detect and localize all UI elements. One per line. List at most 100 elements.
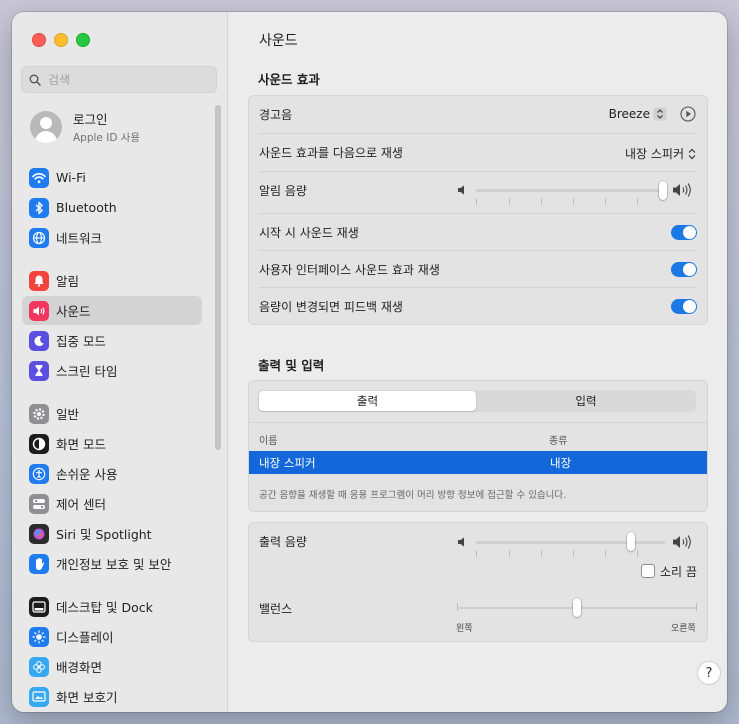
dock-icon bbox=[29, 596, 49, 617]
balance-right-label: 오른쪽 bbox=[671, 624, 696, 634]
sidebar-item-label: 손쉬운 사용 bbox=[56, 467, 118, 482]
bluetooth-icon bbox=[29, 197, 49, 218]
help-button[interactable]: ? bbox=[697, 661, 721, 685]
sidebar-item-focus[interactable]: 집중 모드 bbox=[22, 326, 202, 355]
sidebar-item-label: 개인정보 보호 및 보안 bbox=[56, 557, 172, 572]
main-pane: 사운드 사운드 효과 경고음 Breeze 사운드 효과를 다음으로 재생 내장… bbox=[228, 12, 727, 712]
close-button[interactable] bbox=[32, 33, 46, 47]
login-title: 로그인 bbox=[73, 112, 108, 127]
sidebar-item-screen-time[interactable]: 스크린 타임 bbox=[22, 356, 202, 385]
sidebar-item-label: 사운드 bbox=[56, 304, 91, 319]
sidebar-item-control-center[interactable]: 제어 센터 bbox=[22, 489, 202, 518]
sidebar-item-label: 화면 보호기 bbox=[56, 690, 118, 705]
play-via-popup[interactable]: 내장 스피커 bbox=[625, 145, 697, 162]
feedback-label: 음량이 변경되면 피드백 재생 bbox=[259, 299, 403, 314]
sidebar-item-wallpaper[interactable]: 배경화면 bbox=[22, 652, 202, 681]
tab-input[interactable]: 입력 bbox=[477, 391, 695, 411]
sidebar-item-sound[interactable]: 사운드 bbox=[22, 296, 202, 325]
speaker-low-icon bbox=[458, 537, 464, 547]
alert-sound-label: 경고음 bbox=[259, 108, 293, 122]
table-row[interactable]: 내장 스피커 내장 bbox=[249, 451, 707, 474]
output-input-card: 출력 입력 이름 종류 내장 스피커 내장 공간 음향을 재생할 때 응용 프로… bbox=[248, 380, 708, 512]
mute-checkbox[interactable] bbox=[641, 564, 655, 578]
sidebar-item-label: 데스크탑 및 Dock bbox=[56, 600, 153, 615]
slider-thumb[interactable] bbox=[659, 181, 667, 200]
tab-output[interactable]: 출력 bbox=[259, 391, 476, 411]
sidebar-item-desktop-dock[interactable]: 데스크탑 및 Dock bbox=[22, 592, 202, 621]
sidebar-scrollbar[interactable] bbox=[215, 105, 221, 450]
output-volume-card: 출력 음량 소리 끔 밸런스 왼쪽 오른쪽 bbox=[248, 522, 708, 642]
alert-sound-value: Breeze bbox=[608, 107, 650, 121]
sun-icon bbox=[29, 626, 49, 647]
play-via-label: 사운드 효과를 다음으로 재생 bbox=[259, 146, 403, 160]
accessibility-icon bbox=[29, 463, 49, 484]
play-icon[interactable] bbox=[680, 106, 696, 122]
play-via-row: 사운드 효과를 다음으로 재생 내장 스피커 bbox=[249, 134, 707, 171]
alert-sound-popup[interactable]: Breeze bbox=[609, 107, 667, 121]
window-controls bbox=[32, 33, 90, 47]
sidebar-item-label: Bluetooth bbox=[56, 200, 117, 215]
sidebar-item-label: 디스플레이 bbox=[56, 630, 114, 645]
flower-icon bbox=[29, 656, 49, 677]
speaker-high-icon bbox=[673, 535, 691, 549]
sidebar-item-label: 제어 센터 bbox=[56, 497, 106, 512]
settings-window: 로그인 Apple ID 사용 Wi-Fi Bluetooth 네트워크 bbox=[12, 12, 727, 712]
speaker-high-icon bbox=[673, 183, 691, 197]
speaker-icon bbox=[29, 300, 49, 321]
balance-label: 밸런스 bbox=[259, 602, 293, 616]
sidebar-item-label: 네트워크 bbox=[56, 231, 103, 246]
startup-sound-toggle[interactable] bbox=[671, 225, 697, 240]
sidebar-item-label: Siri 및 Spotlight bbox=[56, 527, 152, 542]
moon-icon bbox=[29, 330, 49, 351]
login-subtitle: Apple ID 사용 bbox=[73, 132, 141, 144]
slider-thumb[interactable] bbox=[627, 532, 635, 551]
sidebar-item-label: 알림 bbox=[56, 274, 80, 289]
ui-sounds-label: 사용자 인터페이스 사운드 효과 재생 bbox=[259, 263, 440, 277]
sidebar-item-general[interactable]: 일반 bbox=[22, 399, 202, 428]
account-login[interactable]: 로그인 Apple ID 사용 bbox=[30, 109, 140, 145]
sidebar-item-siri[interactable]: Siri 및 Spotlight bbox=[22, 519, 202, 548]
avatar bbox=[30, 111, 62, 143]
updown-chevron-icon bbox=[653, 107, 667, 121]
feedback-toggle[interactable] bbox=[671, 299, 697, 314]
output-volume-label: 출력 음량 bbox=[259, 535, 307, 549]
sidebar-item-bluetooth[interactable]: Bluetooth bbox=[22, 193, 202, 222]
speaker-low-icon bbox=[458, 185, 464, 195]
mute-label: 소리 끔 bbox=[660, 565, 697, 579]
alert-sound-row: 경고음 Breeze bbox=[249, 96, 707, 133]
search-icon bbox=[29, 74, 41, 86]
startup-sound-row: 시작 시 사운드 재생 bbox=[249, 214, 707, 251]
control-center-icon bbox=[29, 493, 49, 514]
output-input-segmented: 출력 입력 bbox=[258, 390, 696, 412]
column-header-type[interactable]: 종류 bbox=[549, 432, 567, 447]
globe-icon bbox=[29, 227, 49, 248]
sidebar-item-notifications[interactable]: 알림 bbox=[22, 266, 202, 295]
device-name: 내장 스피커 bbox=[259, 456, 316, 470]
sidebar-item-network[interactable]: 네트워크 bbox=[22, 223, 202, 252]
hand-icon bbox=[29, 553, 49, 574]
play-via-value: 내장 스피커 bbox=[624, 147, 684, 161]
sidebar-item-label: 스크린 타임 bbox=[56, 364, 118, 379]
sidebar-item-displays[interactable]: 디스플레이 bbox=[22, 622, 202, 651]
sidebar-item-wifi[interactable]: Wi-Fi bbox=[22, 163, 202, 192]
sidebar-item-privacy[interactable]: 개인정보 보호 및 보안 bbox=[22, 549, 202, 578]
zoom-button[interactable] bbox=[76, 33, 90, 47]
sidebar-item-label: 집중 모드 bbox=[56, 334, 106, 349]
device-type: 내장 bbox=[550, 456, 572, 470]
updown-chevron-icon bbox=[688, 148, 696, 159]
appearance-icon bbox=[29, 433, 49, 454]
balance-left-label: 왼쪽 bbox=[456, 624, 473, 634]
sidebar: 로그인 Apple ID 사용 Wi-Fi Bluetooth 네트워크 bbox=[12, 12, 228, 712]
hourglass-icon bbox=[29, 360, 49, 381]
sidebar-item-appearance[interactable]: 화면 모드 bbox=[22, 429, 202, 458]
column-header-name[interactable]: 이름 bbox=[259, 432, 277, 447]
ui-sounds-toggle[interactable] bbox=[671, 262, 697, 277]
sidebar-item-accessibility[interactable]: 손쉬운 사용 bbox=[22, 459, 202, 488]
minimize-button[interactable] bbox=[54, 33, 68, 47]
slider-thumb[interactable] bbox=[573, 598, 581, 617]
search-field[interactable] bbox=[21, 66, 217, 93]
sidebar-item-screensaver[interactable]: 화면 보호기 bbox=[22, 682, 202, 711]
sound-effects-heading: 사운드 효과 bbox=[258, 72, 320, 87]
search-input[interactable] bbox=[46, 71, 200, 88]
spatial-audio-note: 공간 음향을 재생할 때 응용 프로그램이 머리 방향 정보에 접근할 수 있습… bbox=[259, 490, 567, 501]
